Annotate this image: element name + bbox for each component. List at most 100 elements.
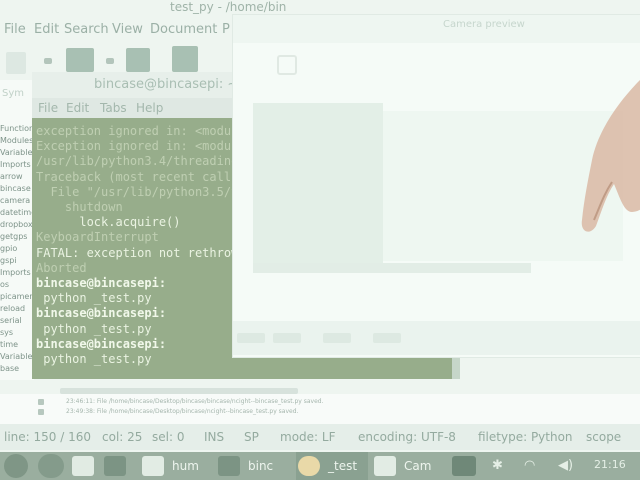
geany-title: test_py - /home/bin: [170, 0, 287, 14]
menu-document[interactable]: Document: [150, 22, 217, 37]
sidebar-item[interactable]: time: [0, 340, 18, 349]
sidebar-item[interactable]: Imports: [0, 268, 31, 277]
terminal-title: bincase@bincasepi: ~/: [94, 77, 243, 92]
preview-progress-strip: [253, 263, 531, 273]
status-scope: scope: [586, 430, 622, 444]
status-line: line: 150 / 160: [4, 430, 91, 444]
preview-footer: [233, 321, 640, 355]
terminal-line: python _test.py: [36, 321, 152, 336]
menu-search[interactable]: Search: [64, 22, 109, 37]
menu-view[interactable]: View: [112, 22, 143, 37]
camera-icon: [277, 55, 297, 75]
taskbar-item-camera[interactable]: Cam: [372, 452, 446, 480]
sidebar-item[interactable]: sys: [0, 328, 13, 337]
taskbar-item-terminal[interactable]: binc: [216, 452, 292, 480]
sidebar-item[interactable]: Modules: [0, 136, 33, 145]
chevron-down-icon[interactable]: [106, 58, 114, 64]
save-all-icon[interactable]: [172, 46, 198, 72]
status-filetype: filetype: Python: [478, 430, 573, 444]
sidebar-item[interactable]: Variables: [0, 352, 34, 361]
sidebar-item[interactable]: gspi: [0, 256, 17, 265]
terminal-icon: [218, 456, 240, 476]
raspberry-menu-icon[interactable]: [4, 454, 28, 478]
taskbar-item-label: binc: [248, 459, 274, 473]
sidebar-item[interactable]: gpio: [0, 244, 17, 253]
terminal-line: shutdown: [36, 200, 123, 214]
terminal-line: lock.acquire(): [36, 215, 181, 230]
sidebar-item[interactable]: datetime: [0, 208, 34, 217]
camera-preview-window[interactable]: Camera preview: [232, 14, 640, 358]
message-window: 23:46:11: File /home/bincase/Desktop/bin…: [0, 394, 640, 424]
chevron-down-icon[interactable]: [44, 58, 52, 64]
camera-preview-titlebar[interactable]: Camera preview: [233, 15, 640, 43]
terminal-line: Aborted: [36, 260, 87, 275]
status-bar: line: 150 / 160 col: 25 sel: 0 INS SP mo…: [0, 424, 640, 450]
status-col: col: 25: [102, 430, 143, 444]
folder-icon: [142, 456, 164, 476]
terminal-launcher-icon[interactable]: [104, 456, 126, 476]
wifi-icon[interactable]: ◠: [524, 458, 535, 473]
taskbar-item-label: _test: [328, 459, 358, 473]
preview-panel: [253, 103, 383, 263]
bluetooth-icon[interactable]: ✱: [492, 458, 503, 473]
sidebar-item[interactable]: getgps: [0, 232, 27, 241]
sidebar-item[interactable]: Variables: [0, 148, 34, 157]
vnc-icon[interactable]: [452, 456, 476, 476]
web-browser-icon[interactable]: [38, 454, 64, 478]
message-line: 23:49:38: File /home/bincase/Desktop/bin…: [66, 408, 299, 415]
terminal-line: FATAL: exception not rethrown: [36, 245, 246, 260]
taskbar-item-label: hum: [172, 459, 199, 473]
terminal-menu-file[interactable]: File: [38, 101, 58, 115]
menu-project[interactable]: P: [222, 22, 230, 37]
status-sp: SP: [244, 430, 259, 444]
taskbar: hum binc _test Cam ✱ ◠ ◀) 21:16: [0, 452, 640, 480]
status-sel: sel: 0: [152, 430, 185, 444]
terminal-line: bincase@bincasepi:: [36, 306, 167, 321]
sidebar-item[interactable]: arrow: [0, 172, 23, 181]
sidebar-item[interactable]: bincase: [0, 184, 31, 193]
open-file-icon[interactable]: [66, 48, 94, 72]
message-line: 23:46:11: File /home/bincase/Desktop/bin…: [66, 398, 324, 405]
terminal-line: bincase@bincasepi:: [36, 276, 167, 290]
file-manager-icon[interactable]: [72, 456, 94, 476]
preview-control[interactable]: [237, 333, 265, 343]
terminal-line: KeyboardInterrupt: [36, 230, 159, 245]
volume-icon[interactable]: ◀): [558, 458, 573, 473]
terminal-line: python _test.py: [36, 352, 152, 366]
taskbar-item-label: Cam: [404, 459, 432, 473]
terminal-menu-tabs[interactable]: Tabs: [100, 101, 127, 115]
sidebar-item[interactable]: picamera: [0, 292, 34, 301]
preview-control[interactable]: [323, 333, 351, 343]
menu-file[interactable]: File: [4, 22, 26, 37]
sidebar-item[interactable]: serial: [0, 316, 22, 325]
sidebar-item[interactable]: Imports: [0, 160, 31, 169]
message-icon: [38, 409, 44, 415]
status-mode: mode: LF: [280, 430, 336, 444]
terminal-line: python _test.py: [36, 291, 152, 306]
preview-control[interactable]: [273, 333, 301, 343]
menu-edit[interactable]: Edit: [34, 22, 59, 37]
taskbar-item-hum[interactable]: hum: [140, 452, 210, 480]
status-ins: INS: [204, 430, 225, 444]
terminal-line: bincase@bincasepi:: [36, 336, 167, 351]
preview-control[interactable]: [373, 333, 401, 343]
sidebar-tab-symbols[interactable]: Sym: [2, 88, 24, 99]
terminal-menu-edit[interactable]: Edit: [66, 101, 89, 115]
sidebar-item[interactable]: reload: [0, 304, 25, 313]
message-icon: [38, 399, 44, 405]
status-encoding: encoding: UTF-8: [358, 430, 456, 444]
sidebar-item[interactable]: base: [0, 364, 19, 373]
camera-window-icon: [374, 456, 396, 476]
pointing-finger: [581, 80, 640, 232]
sidebar-item[interactable]: dropbox: [0, 220, 33, 229]
sidebar-item[interactable]: os: [0, 280, 9, 289]
symbols-sidebar: Sym Functions Modules Variables Imports …: [0, 80, 34, 380]
sidebar-item[interactable]: camera: [0, 196, 30, 205]
save-icon[interactable]: [126, 48, 150, 72]
new-file-icon[interactable]: [6, 52, 26, 74]
camera-preview-title: Camera preview: [443, 19, 525, 30]
sidebar-item[interactable]: Functions: [0, 124, 34, 133]
terminal-menu-help[interactable]: Help: [136, 101, 163, 115]
clock[interactable]: 21:16: [594, 458, 626, 471]
taskbar-item-test[interactable]: _test: [296, 452, 368, 480]
